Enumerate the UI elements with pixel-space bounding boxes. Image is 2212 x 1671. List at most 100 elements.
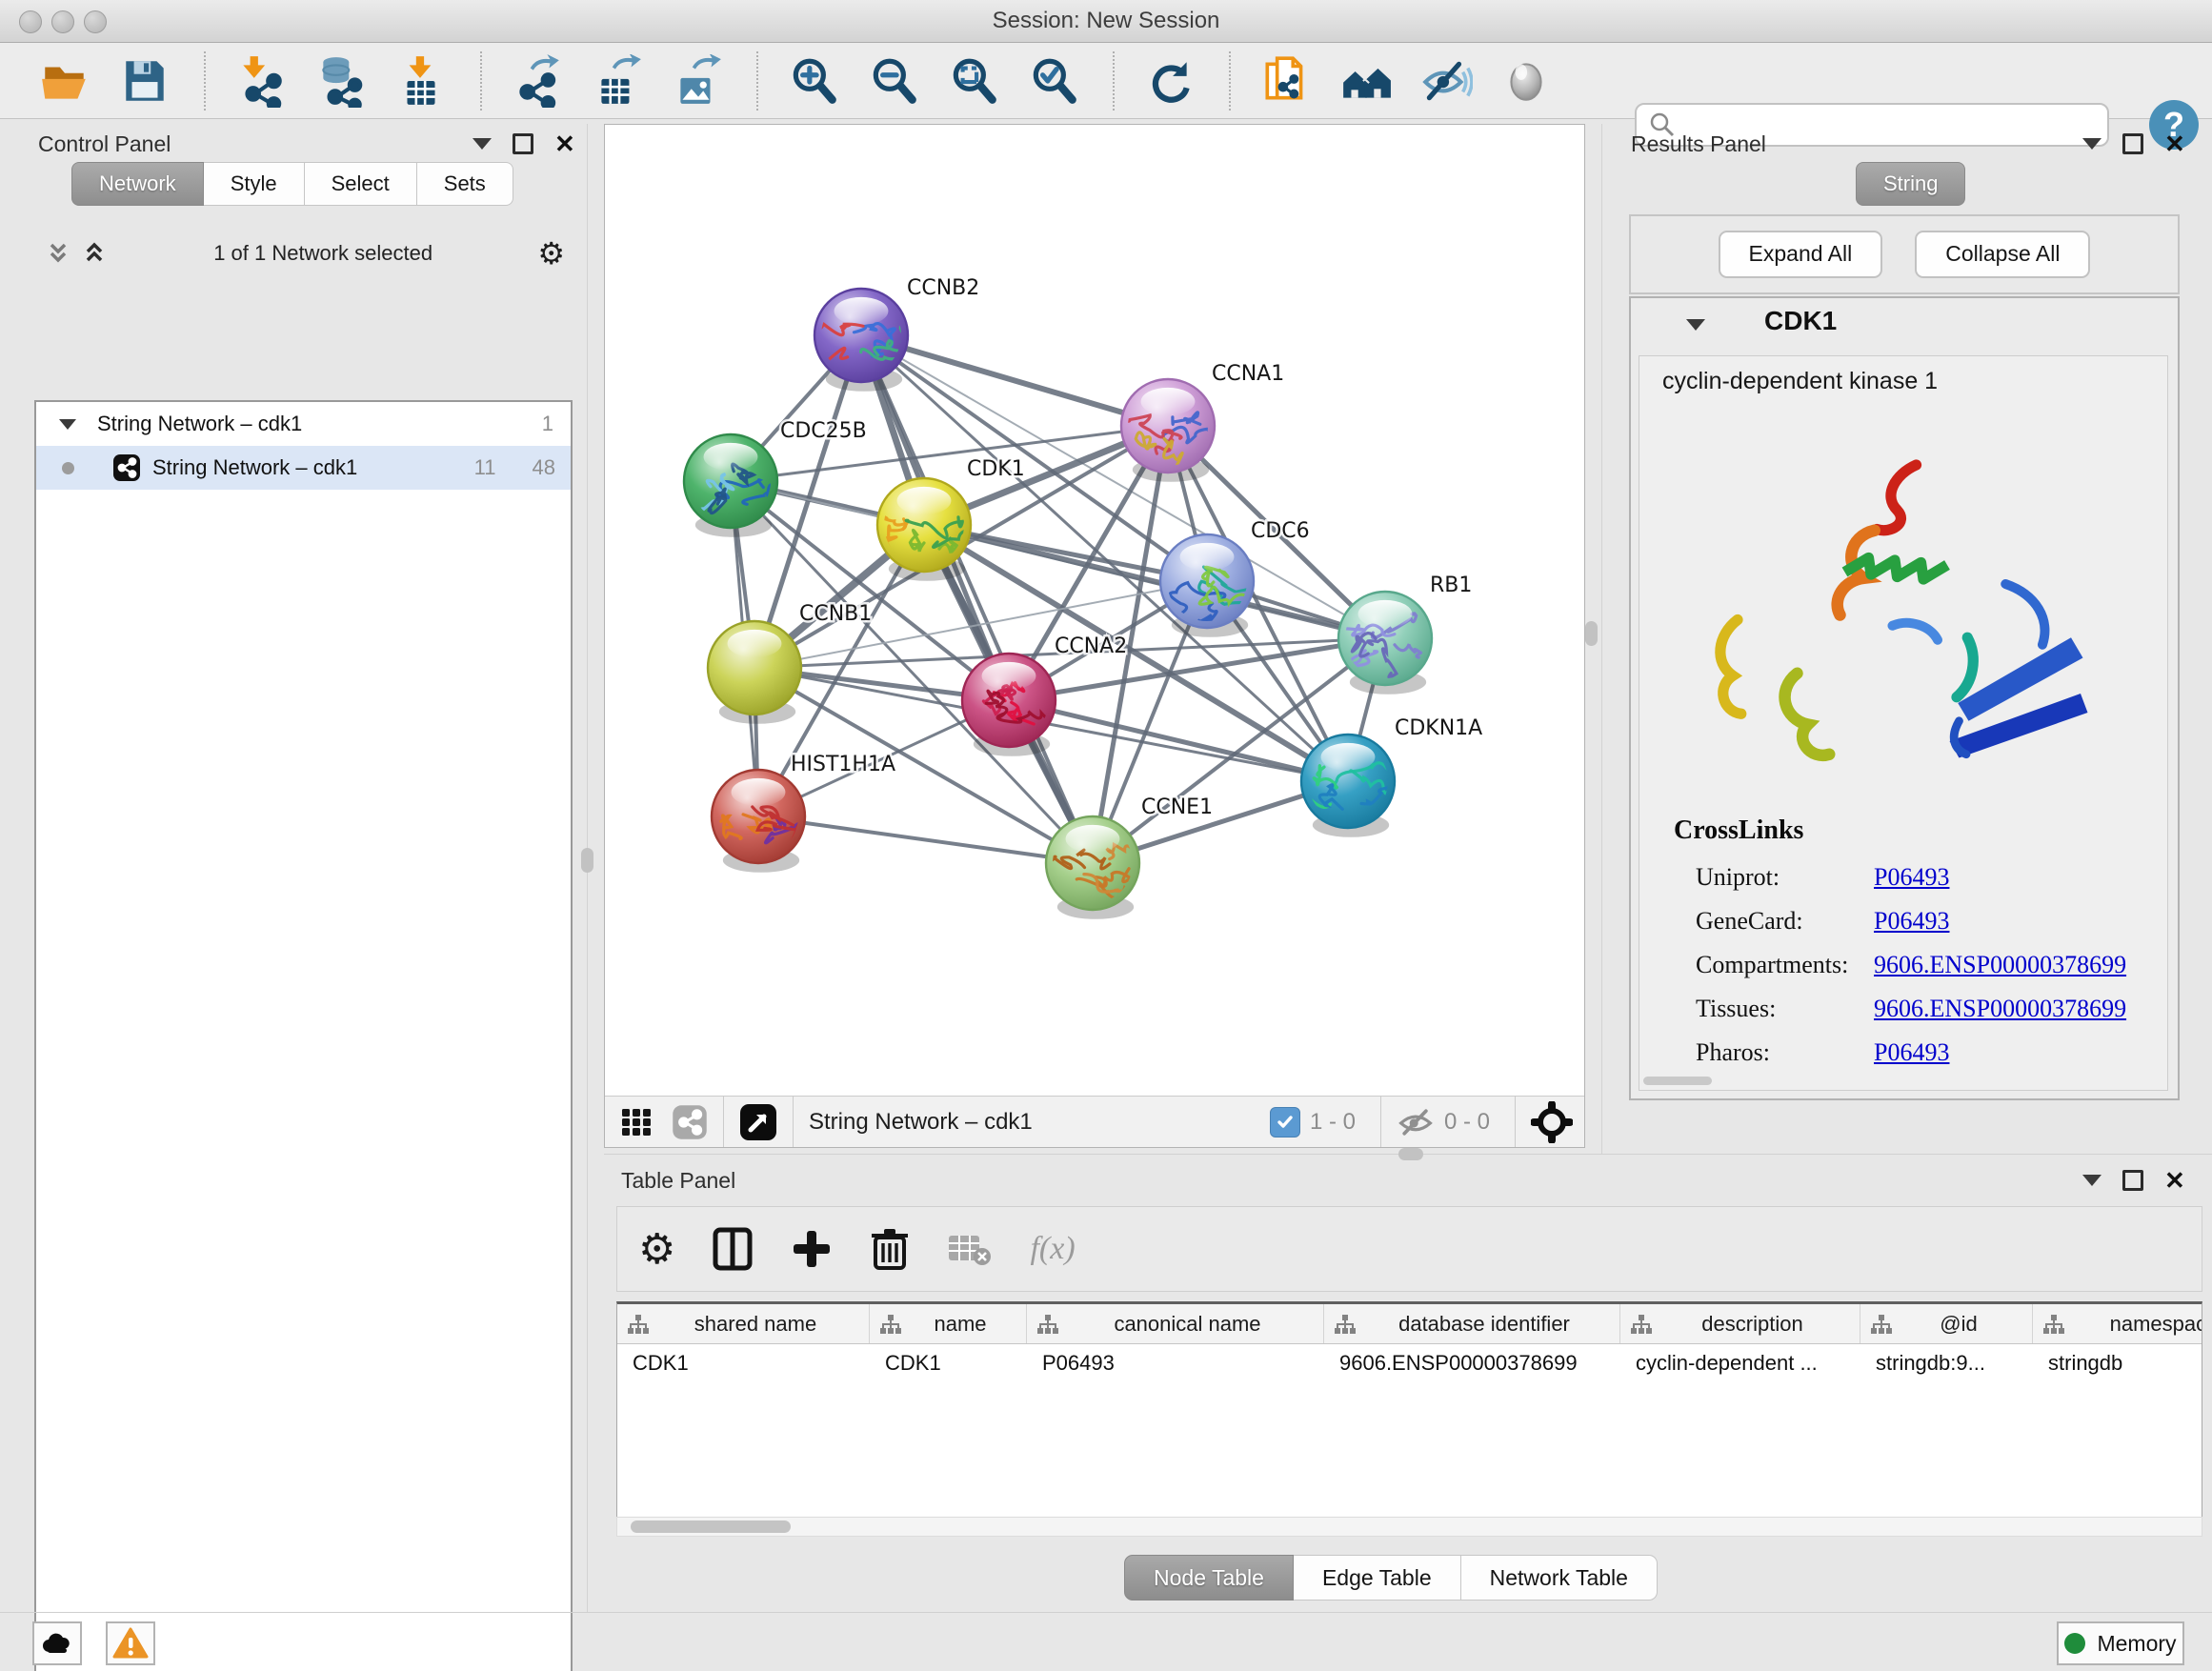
float-panel-icon[interactable] — [2122, 1170, 2143, 1191]
column-header-name[interactable]: name — [870, 1304, 1027, 1343]
clone-network-button[interactable] — [1257, 52, 1315, 110]
memory-button[interactable]: Memory — [2057, 1621, 2184, 1665]
show-all-button[interactable] — [1498, 52, 1555, 110]
network-row-selected[interactable]: String Network – cdk1 11 48 — [36, 446, 571, 490]
column-header-description[interactable]: description — [1620, 1304, 1860, 1343]
birdseye-view-icon[interactable] — [739, 1103, 777, 1141]
collection-expand-icon[interactable] — [59, 419, 76, 430]
table-cell: CDK1 — [617, 1344, 870, 1382]
save-session-button[interactable] — [116, 52, 173, 110]
netbar-separator — [723, 1097, 724, 1147]
network-node-HIST1H1A[interactable] — [712, 770, 832, 873]
network-node-CDC6[interactable] — [1160, 534, 1263, 637]
zoom-out-button[interactable] — [865, 52, 922, 110]
export-network-button[interactable] — [509, 52, 566, 110]
import-network-from-database-button[interactable] — [312, 52, 370, 110]
right-splitter-handle[interactable] — [1585, 621, 1598, 646]
right-splitter[interactable] — [1601, 124, 1602, 1154]
tab-node-table[interactable]: Node Table — [1124, 1555, 1294, 1601]
network-options-gear-icon[interactable]: ⚙ — [537, 235, 565, 272]
share-view-icon[interactable] — [672, 1104, 708, 1140]
gene-details: cyclin-dependent kinase 1 CrossLinks Uni… — [1639, 355, 2168, 1091]
network-node-RB1[interactable] — [1338, 592, 1432, 695]
warnings-button[interactable] — [106, 1621, 155, 1665]
network-node-CDC25B[interactable] — [684, 434, 779, 537]
delete-column-icon[interactable] — [870, 1226, 910, 1272]
crosslink-row: Uniprot:P06493 — [1696, 856, 2153, 899]
table-row[interactable]: CDK1CDK1P064939606.ENSP00000378699cyclin… — [617, 1344, 2202, 1382]
table-hscrollbar[interactable] — [616, 1517, 2202, 1537]
clone-network-icon — [1259, 54, 1313, 108]
fit-content-button[interactable] — [945, 52, 1002, 110]
export-image-button[interactable] — [669, 52, 726, 110]
tab-select[interactable]: Select — [305, 162, 417, 206]
column-header-@id[interactable]: @id — [1860, 1304, 2033, 1343]
network-node-CDKN1A[interactable] — [1243, 735, 1401, 837]
string-home-button[interactable] — [1337, 52, 1395, 110]
expand-all-button[interactable]: Expand All — [1719, 231, 1883, 278]
crosslink-label: Tissues: — [1696, 995, 1874, 1023]
grid-view-icon[interactable] — [620, 1103, 658, 1141]
zoom-in-icon — [787, 54, 840, 108]
tab-style[interactable]: Style — [204, 162, 305, 206]
network-node-CCNA2[interactable] — [962, 654, 1056, 756]
import-network-button[interactable] — [232, 52, 290, 110]
bottom-splitter-handle[interactable] — [1398, 1148, 1423, 1160]
selected-nodes-checkbox[interactable] — [1270, 1107, 1300, 1137]
expand-all-icon[interactable] — [80, 239, 109, 268]
crosslink-link[interactable]: 9606.ENSP00000378699 — [1874, 951, 2126, 979]
tab-network[interactable]: Network — [71, 162, 204, 206]
float-panel-icon[interactable] — [513, 133, 533, 154]
column-header-canonical-name[interactable]: canonical name — [1027, 1304, 1324, 1343]
import-table-button[interactable] — [392, 52, 450, 110]
close-panel-icon[interactable]: ✕ — [2164, 1173, 2185, 1188]
toolbar-separator — [1229, 51, 1231, 111]
tab-network-table[interactable]: Network Table — [1461, 1555, 1658, 1601]
network-node-CCNE1[interactable] — [1036, 816, 1163, 919]
network-view-panel: CCNB2CCNA1CDC25BCDK1CDC6RB1CCNB1CCNA2CDK… — [604, 124, 1585, 1148]
crosslink-link[interactable]: P06493 — [1874, 1038, 1949, 1067]
tab-sets[interactable]: Sets — [417, 162, 513, 206]
export-table-button[interactable] — [589, 52, 646, 110]
table-hscroll-thumb[interactable] — [631, 1520, 791, 1533]
panel-menu-icon[interactable] — [2082, 1175, 2101, 1186]
network-node-CCNA1[interactable] — [1111, 379, 1215, 482]
left-splitter-handle[interactable] — [581, 848, 593, 873]
gene-section-collapse-icon[interactable] — [1686, 319, 1705, 331]
column-header-shared-name[interactable]: shared name — [617, 1304, 870, 1343]
network-node-CCNB2[interactable] — [789, 289, 925, 393]
zoom-in-button[interactable] — [785, 52, 842, 110]
crosslink-link[interactable]: P06493 — [1874, 907, 1949, 936]
close-panel-icon[interactable]: ✕ — [2164, 136, 2185, 151]
collapse-all-icon[interactable] — [44, 239, 72, 268]
add-column-icon[interactable] — [790, 1227, 834, 1271]
network-share-icon — [112, 453, 141, 482]
tab-string[interactable]: String — [1856, 162, 1965, 206]
network-canvas[interactable]: CCNB2CCNA1CDC25BCDK1CDC6RB1CCNB1CCNA2CDK… — [605, 125, 1584, 1096]
crosslink-link[interactable]: 9606.ENSP00000378699 — [1874, 995, 2126, 1023]
show-columns-icon[interactable] — [712, 1226, 754, 1272]
hide-selected-button[interactable] — [1418, 52, 1475, 110]
network-collection-row[interactable]: String Network – cdk1 1 — [36, 402, 571, 446]
table-settings-gear-icon[interactable]: ⚙ — [638, 1225, 675, 1274]
cloud-button[interactable] — [32, 1621, 82, 1665]
column-header-namespace[interactable]: namespace — [2033, 1304, 2202, 1343]
apply-preferred-layout-button[interactable] — [1141, 52, 1198, 110]
panel-menu-icon[interactable] — [473, 138, 492, 150]
node-navigator-icon[interactable] — [1531, 1101, 1573, 1143]
float-panel-icon[interactable] — [2122, 133, 2143, 154]
zoom-selected-button[interactable] — [1025, 52, 1082, 110]
column-header-database-identifier[interactable]: database identifier — [1324, 1304, 1620, 1343]
results-hscroll-thumb[interactable] — [1643, 1077, 1712, 1085]
collapse-all-button[interactable]: Collapse All — [1915, 231, 2090, 278]
open-session-button[interactable] — [36, 52, 93, 110]
tab-edge-table[interactable]: Edge Table — [1294, 1555, 1461, 1601]
panel-menu-icon[interactable] — [2082, 138, 2101, 150]
node-label-CDC6: CDC6 — [1251, 519, 1310, 543]
close-panel-icon[interactable]: ✕ — [554, 136, 575, 151]
crosslink-link[interactable]: P06493 — [1874, 863, 1949, 892]
network-node-CDK1[interactable] — [868, 478, 997, 581]
table-tabs: Node TableEdge TableNetwork Table — [1124, 1555, 1658, 1601]
network-node-CCNB1[interactable] — [708, 621, 801, 724]
table-cell: P06493 — [1027, 1344, 1324, 1382]
